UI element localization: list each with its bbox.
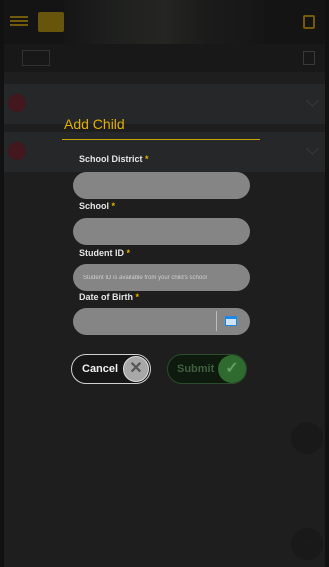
school-input[interactable]	[73, 218, 250, 245]
submit-button-label: Submit	[177, 363, 215, 375]
title-divider	[62, 139, 260, 140]
school-district-input[interactable]	[73, 172, 250, 199]
check-icon: ✓	[218, 355, 246, 383]
cancel-button-label: Cancel	[82, 363, 119, 375]
app-screen: + + Add Child School District * School *…	[4, 0, 325, 567]
cancel-button[interactable]: Cancel ✕	[71, 354, 151, 384]
school-label-text: School	[79, 201, 110, 211]
date-of-birth-label: Date of Birth *	[79, 292, 139, 302]
calendar-icon[interactable]	[225, 316, 237, 326]
student-id-label-text: Student ID	[79, 248, 124, 258]
school-district-label-text: School District	[79, 154, 143, 164]
school-district-label: School District *	[79, 154, 149, 164]
dialog-title: Add Child	[64, 116, 125, 132]
required-marker: *	[126, 248, 131, 258]
required-marker: *	[111, 201, 116, 211]
student-id-label: Student ID *	[79, 248, 130, 258]
submit-button[interactable]: Submit ✓	[167, 354, 247, 384]
required-marker: *	[145, 154, 149, 164]
date-of-birth-input[interactable]	[73, 308, 250, 335]
student-id-input[interactable]	[73, 264, 250, 291]
add-child-dialog: Add Child School District * School * Stu…	[4, 0, 325, 567]
date-of-birth-label-text: Date of Birth	[79, 292, 133, 302]
school-label: School *	[79, 201, 115, 211]
required-marker: *	[135, 292, 140, 302]
date-field-separator	[216, 311, 217, 331]
close-icon: ✕	[123, 356, 149, 382]
